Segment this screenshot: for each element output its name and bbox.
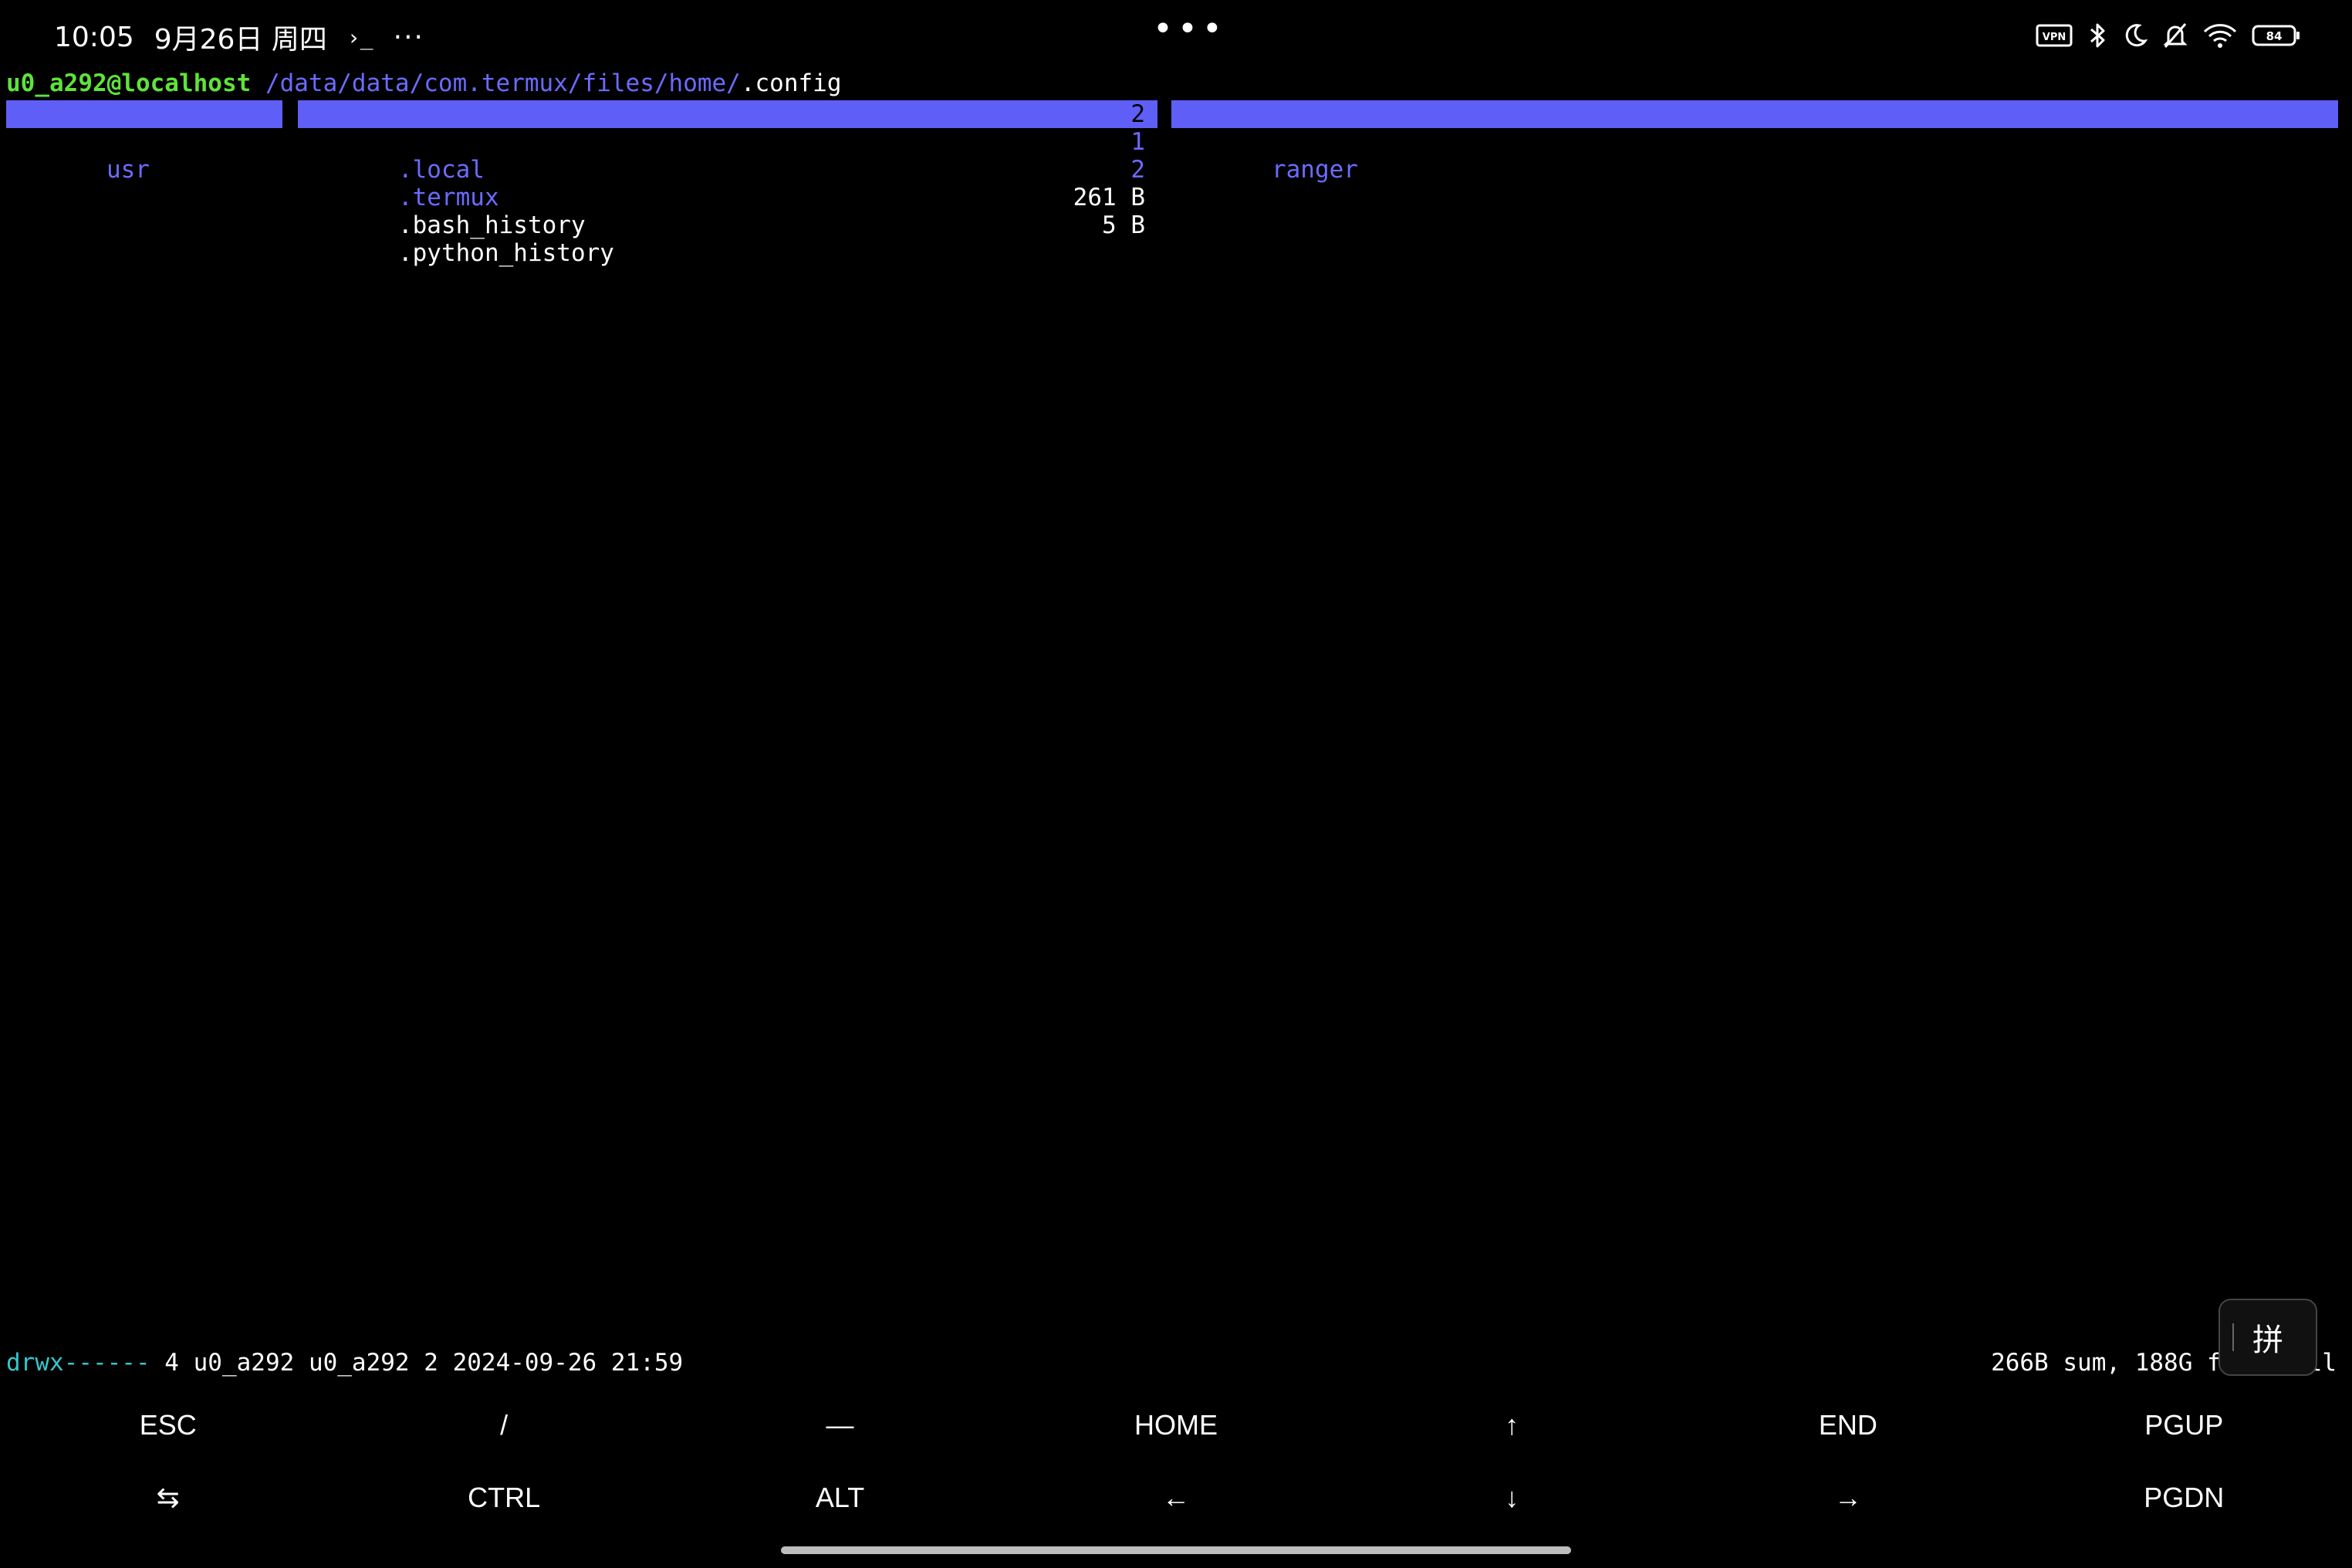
user-host: u0_a292@localhost: [6, 69, 252, 97]
battery-icon: 84: [2252, 25, 2300, 46]
pgup-key[interactable]: PGUP: [2016, 1389, 2352, 1462]
do-not-disturb-moon-icon: [2125, 24, 2148, 47]
list-item[interactable]: .python_history 5 B: [298, 211, 1157, 267]
svg-text:84: 84: [2266, 29, 2283, 43]
arrow-up-key[interactable]: ↑: [1344, 1389, 1680, 1462]
current-column[interactable]: .config 2 .local 1 .termux 2 .bash_histo…: [298, 100, 1157, 267]
alt-key[interactable]: ALT: [672, 1462, 1008, 1534]
vpn-icon: VPN: [2036, 24, 2073, 47]
more-notifications-icon: ···: [393, 21, 424, 53]
list-item[interactable]: .config 2: [298, 100, 1157, 156]
status-bar: 10:05 9月26日 周四 ›_ ··· ••• VPN 84: [0, 0, 2352, 74]
status-icons: VPN 84: [2036, 22, 2301, 49]
path-current: .config: [740, 69, 842, 97]
ime-divider: [2232, 1323, 2234, 1351]
dash-key[interactable]: —: [672, 1389, 1008, 1462]
file-info-line: drwx------ 4 u0_a292 u0_a292 2 2024-09-2…: [6, 1349, 683, 1377]
esc-key[interactable]: ESC: [0, 1389, 336, 1462]
list-item[interactable]: usr: [6, 128, 282, 184]
extra-keys-row-2: ⇆ CTRL ALT ← ↓ → PGDN: [0, 1462, 2352, 1534]
arrow-right-key[interactable]: →: [1680, 1462, 2016, 1534]
terminal-notification-icon: ›_: [346, 24, 373, 50]
gesture-home-bar[interactable]: [781, 1546, 1571, 1554]
list-item[interactable]: ranger: [1171, 128, 2338, 184]
slash-key[interactable]: /: [336, 1389, 671, 1462]
ime-label: 拼: [2252, 1323, 2283, 1358]
parent-column[interactable]: home usr: [6, 100, 282, 184]
arrow-down-key[interactable]: ↓: [1344, 1462, 1680, 1534]
permissions: drwx------: [6, 1349, 150, 1377]
clock: 10:05: [54, 21, 134, 53]
silent-bell-icon: [2163, 23, 2188, 48]
list-item[interactable]: fish: [1171, 100, 2338, 156]
home-key[interactable]: HOME: [1008, 1389, 1343, 1462]
wifi-icon: [2203, 24, 2237, 48]
file-details: 4 u0_a292 u0_a292 2 2024-09-26 21:59: [150, 1349, 684, 1377]
pgdn-key[interactable]: PGDN: [2016, 1462, 2352, 1534]
list-item[interactable]: .termux 2: [298, 156, 1157, 211]
bluetooth-icon: [2090, 23, 2105, 48]
end-key[interactable]: END: [1680, 1389, 2016, 1462]
path-directory: /data/data/com.termux/files/home/: [251, 69, 741, 97]
extra-keys-row-1: ESC / — HOME ↑ END PGUP: [0, 1389, 2352, 1462]
ctrl-key[interactable]: CTRL: [336, 1462, 671, 1534]
arrow-left-key[interactable]: ←: [1008, 1462, 1343, 1534]
list-item[interactable]: home: [6, 100, 282, 156]
svg-text:VPN: VPN: [2043, 32, 2066, 43]
path-header: u0_a292@localhost /data/data/com.termux/…: [6, 69, 842, 97]
list-item[interactable]: .local 1: [298, 128, 1157, 184]
tab-key[interactable]: ⇆: [0, 1462, 336, 1534]
date: 9月26日 周四: [154, 24, 327, 56]
status-bar-left: 10:05 9月26日 周四 ›_ ···: [54, 17, 424, 57]
list-item[interactable]: .bash_history 261 B: [298, 184, 1157, 239]
preview-column[interactable]: fish ranger: [1171, 100, 2338, 184]
ime-pinyin-button[interactable]: 拼: [2219, 1299, 2317, 1376]
window-menu-dots-icon[interactable]: •••: [1153, 9, 1227, 49]
